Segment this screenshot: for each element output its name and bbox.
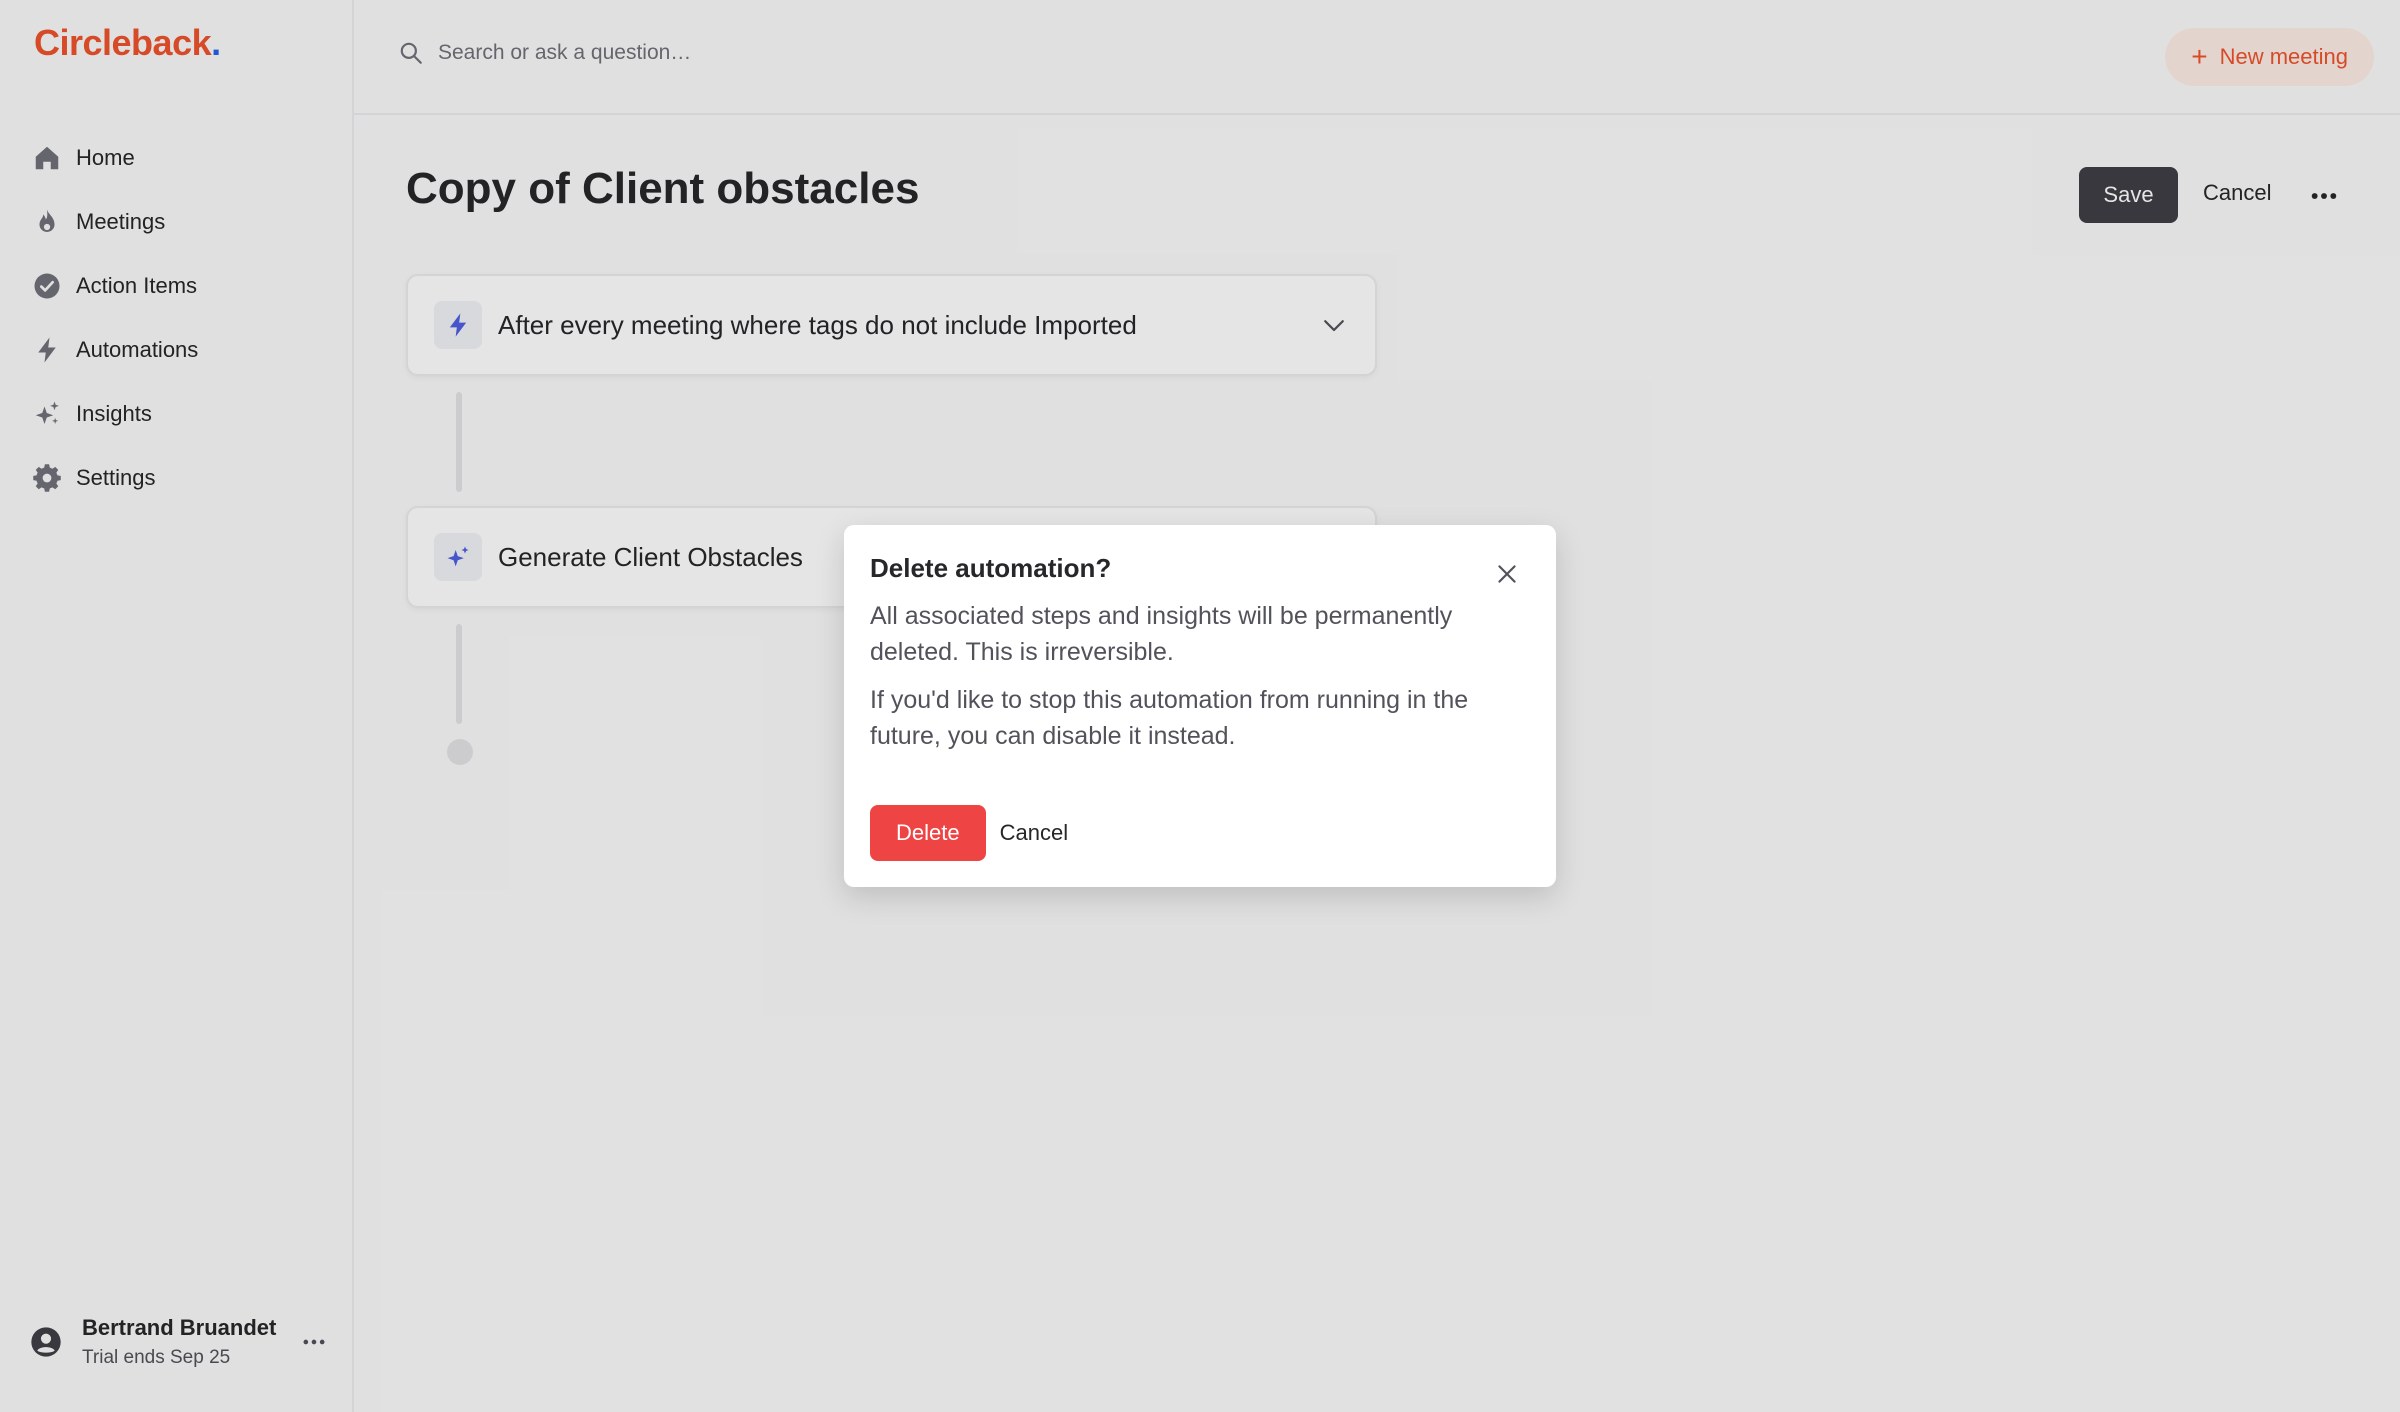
dialog-body-hint: If you'd like to stop this automation fr… [870, 686, 1469, 750]
dialog-body-warning: All associated steps and insights will b… [870, 602, 1453, 666]
dialog-cancel-button[interactable]: Cancel [1000, 820, 1068, 846]
app: Circleback. Home Meetings Action Items A… [0, 0, 2400, 1412]
dialog-actions: Delete Cancel [870, 805, 1068, 861]
close-icon[interactable] [1492, 559, 1522, 589]
dialog-title: Delete automation? [870, 553, 1112, 583]
delete-automation-dialog: Delete automation? All associated steps … [844, 525, 1556, 887]
delete-button[interactable]: Delete [870, 805, 986, 861]
